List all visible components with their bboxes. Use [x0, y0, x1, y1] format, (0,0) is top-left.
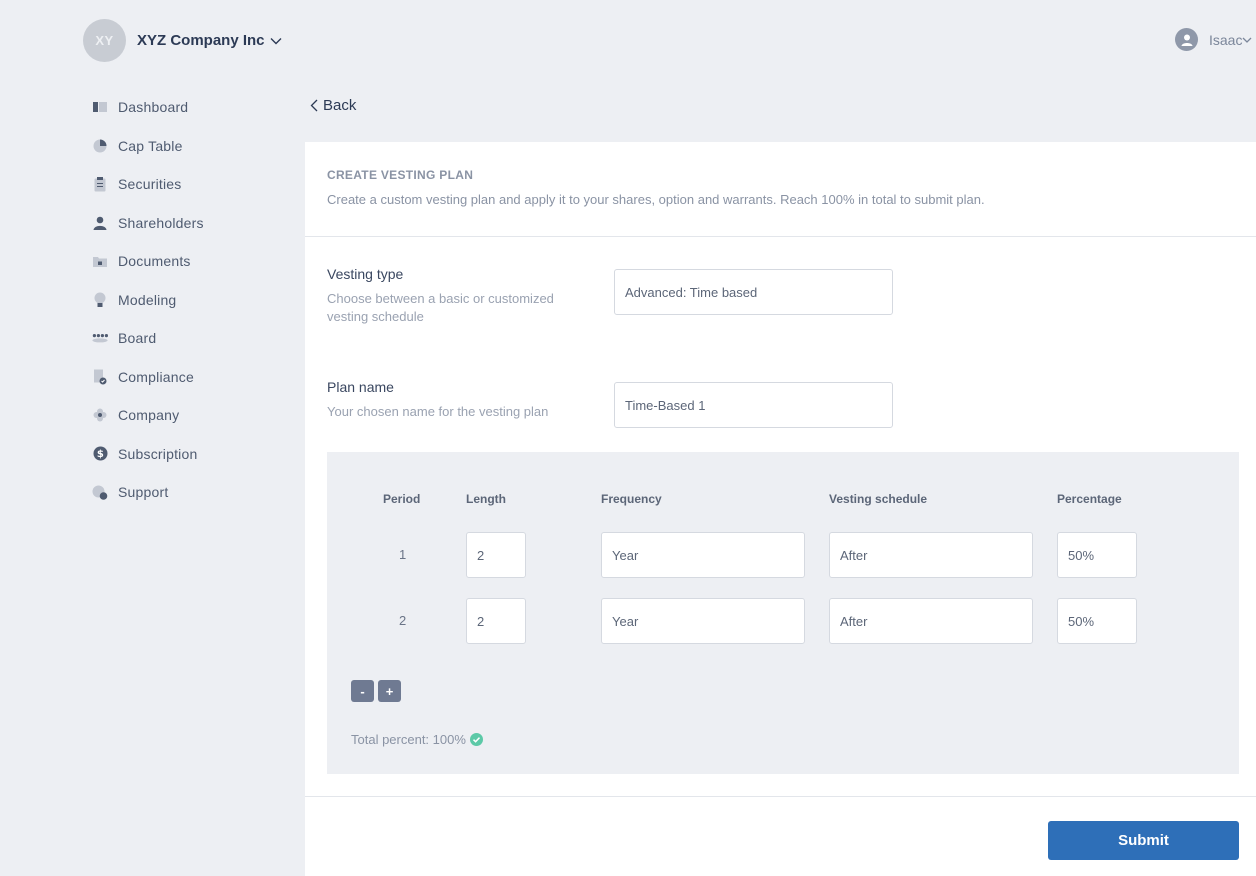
people-group-icon: [92, 330, 108, 346]
sidebar-item-label: Securities: [118, 176, 182, 193]
sidebar-item-dashboard[interactable]: Dashboard: [92, 88, 204, 127]
frequency-select[interactable]: Year: [601, 532, 805, 578]
document-check-icon: [92, 369, 108, 385]
company-name: XYZ Company Inc: [137, 32, 265, 49]
plan-name-help: Your chosen name for the vesting plan: [327, 404, 549, 419]
svg-text:$: $: [96, 449, 103, 460]
chevron-left-icon: [310, 99, 318, 112]
folder-lock-icon: [92, 253, 108, 269]
period-number: 2: [399, 613, 407, 628]
sidebar-item-label: Shareholders: [118, 214, 204, 231]
sidebar-item-modeling[interactable]: Modeling: [92, 281, 204, 320]
user-menu[interactable]: Isaac: [1175, 28, 1252, 51]
chevron-down-icon: [1243, 37, 1252, 43]
percentage-input[interactable]: 50%: [1057, 532, 1137, 578]
flower-icon: [92, 407, 108, 423]
vesting-plan-card: CREATE VESTING PLAN Create a custom vest…: [305, 142, 1256, 876]
sidebar-item-shareholders[interactable]: Shareholders: [92, 204, 204, 243]
vesting-schedule-select[interactable]: After: [829, 532, 1033, 578]
chevron-down-icon: [270, 37, 282, 44]
person-icon: [92, 215, 108, 231]
period-number: 1: [399, 547, 407, 562]
sidebar-item-label: Compliance: [118, 368, 194, 385]
sidebar-item-securities[interactable]: Securities: [92, 165, 204, 204]
vesting-type-label: Vesting type: [327, 266, 404, 282]
sidebar-item-label: Cap Table: [118, 137, 183, 154]
submit-button[interactable]: Submit: [1048, 821, 1239, 860]
plan-name-label-group: Plan name Your chosen name for the vesti…: [327, 379, 587, 421]
sidebar-item-label: Board: [118, 330, 157, 347]
vesting-periods-table: Period Length Frequency Vesting schedule…: [327, 452, 1239, 774]
column-header-percentage: Percentage: [1057, 492, 1122, 506]
column-header-frequency: Frequency: [601, 492, 662, 506]
sidebar-item-label: Dashboard: [118, 99, 189, 116]
card-title: CREATE VESTING PLAN: [327, 168, 474, 182]
add-period-button[interactable]: +: [378, 680, 401, 702]
back-link[interactable]: Back: [310, 97, 356, 114]
length-input[interactable]: 2: [466, 598, 526, 644]
column-header-period: Period: [383, 492, 421, 506]
sidebar-item-label: Documents: [118, 253, 191, 270]
vesting-schedule-select[interactable]: After: [829, 598, 1033, 644]
user-name: Isaac: [1209, 31, 1243, 48]
chat-support-icon: [92, 484, 108, 500]
lightbulb-icon: [92, 292, 108, 308]
check-circle-icon: [469, 733, 483, 746]
total-percent: Total percent: 100%: [351, 732, 483, 747]
sidebar-item-label: Modeling: [118, 291, 177, 308]
column-header-length: Length: [466, 492, 506, 506]
vesting-type-help: Choose between a basic or customized ves…: [327, 291, 554, 324]
card-header: CREATE VESTING PLAN Create a custom vest…: [305, 142, 1256, 237]
sidebar-item-board[interactable]: Board: [92, 319, 204, 358]
card-description: Create a custom vesting plan and apply i…: [327, 192, 985, 207]
card-footer-divider: [305, 796, 1256, 797]
sidebar-item-compliance[interactable]: Compliance: [92, 358, 204, 397]
sidebar-item-cap-table[interactable]: Cap Table: [92, 127, 204, 166]
sidebar-item-documents[interactable]: Documents: [92, 242, 204, 281]
user-avatar-icon: [1175, 28, 1198, 51]
plan-name-label: Plan name: [327, 379, 394, 395]
vesting-type-select[interactable]: Advanced: Time based: [614, 269, 893, 315]
sidebar-item-support[interactable]: Support: [92, 473, 204, 512]
remove-period-button[interactable]: -: [351, 680, 374, 702]
dashboard-icon: [92, 99, 108, 115]
frequency-select[interactable]: Year: [601, 598, 805, 644]
sidebar-item-subscription[interactable]: $ Subscription: [92, 435, 204, 474]
company-avatar: XY: [83, 19, 126, 62]
column-header-vesting-schedule: Vesting schedule: [829, 492, 928, 506]
plan-name-input[interactable]: Time-Based 1: [614, 382, 893, 428]
company-switcher[interactable]: XY XYZ Company Inc: [83, 19, 282, 62]
back-label: Back: [323, 97, 357, 114]
sidebar-item-label: Subscription: [118, 445, 198, 462]
total-percent-label: Total percent: 100%: [351, 732, 466, 747]
sidebar-item-label: Support: [118, 484, 169, 501]
sidebar-item-label: Company: [118, 407, 180, 424]
sidebar-item-company[interactable]: Company: [92, 396, 204, 435]
sidebar: Dashboard Cap Table Securities Sharehold…: [92, 88, 204, 512]
percentage-input[interactable]: 50%: [1057, 598, 1137, 644]
vesting-type-label-group: Vesting type Choose between a basic or c…: [327, 266, 587, 326]
pie-chart-icon: [92, 138, 108, 154]
length-input[interactable]: 2: [466, 532, 526, 578]
clipboard-icon: [92, 176, 108, 192]
dollar-coin-icon: $: [92, 446, 108, 462]
